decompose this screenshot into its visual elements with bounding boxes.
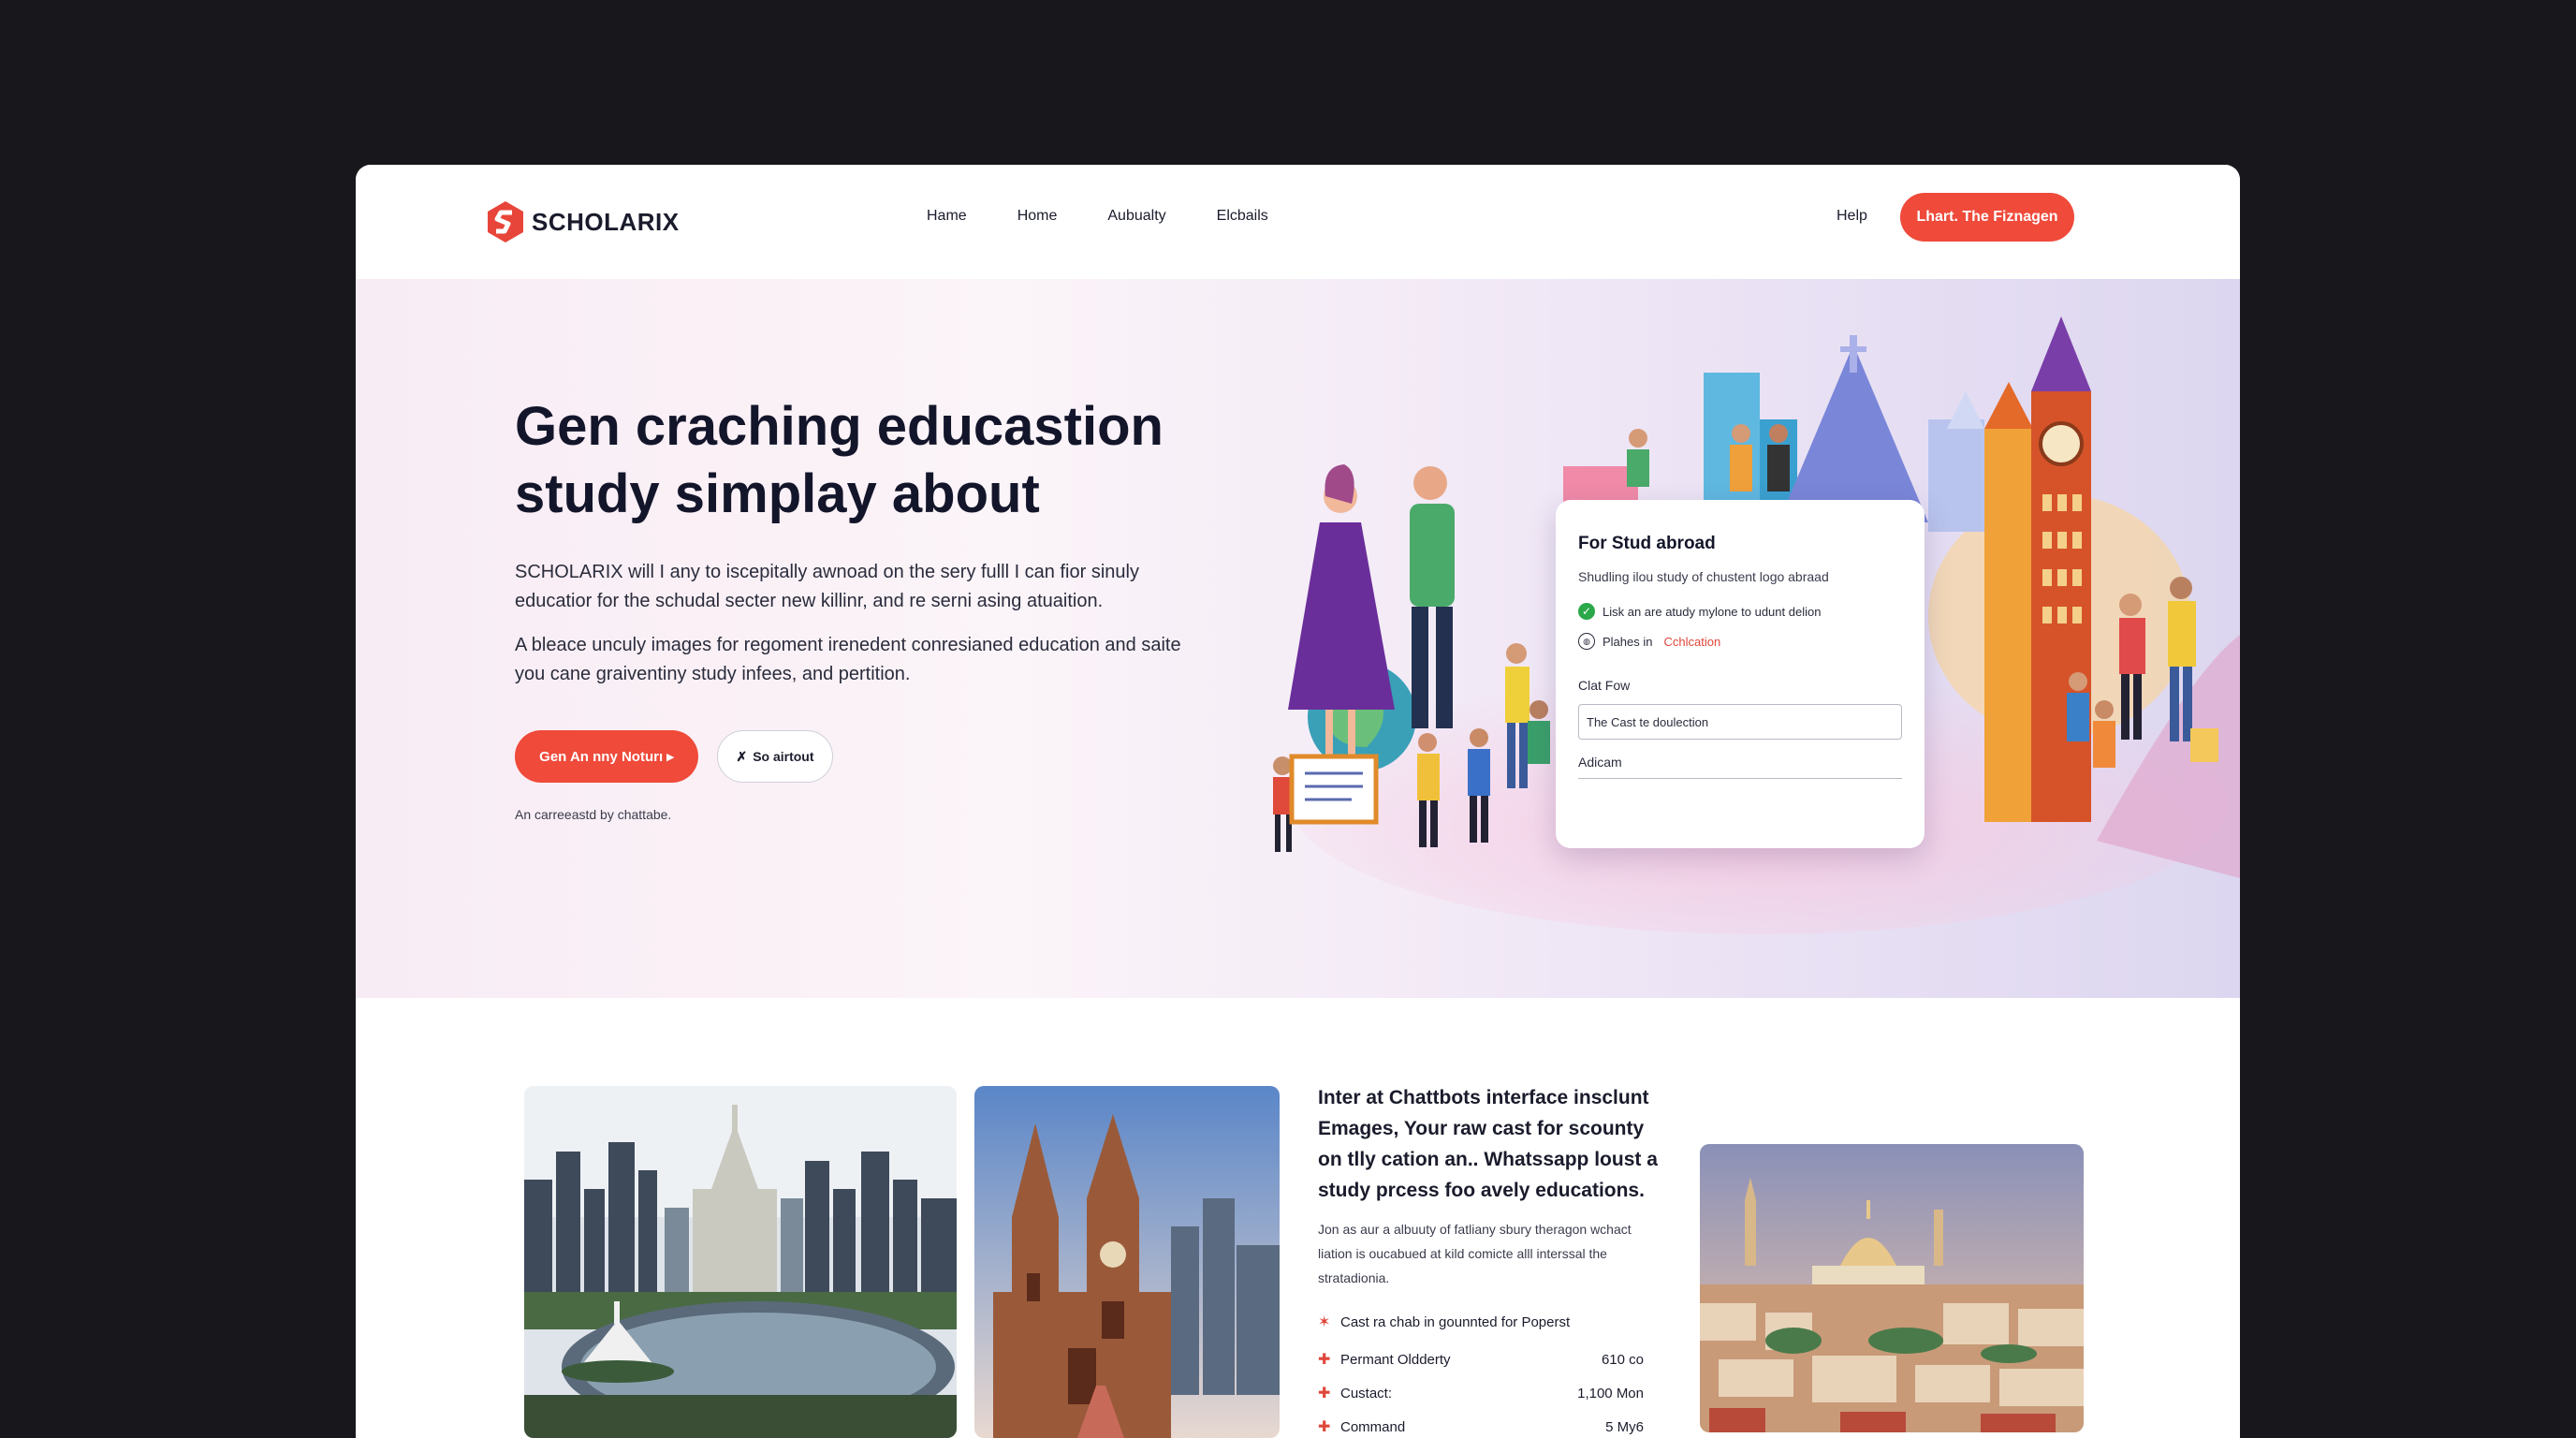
info-title: Inter at Chattbots interface insclunt Em… bbox=[1318, 1087, 1658, 1201]
chat-card-title: For Stud abroad bbox=[1578, 534, 1716, 553]
help-link[interactable]: Help bbox=[1837, 208, 1867, 225]
nav-link-aubualty[interactable]: Aubualty bbox=[1107, 208, 1165, 225]
logo-icon bbox=[488, 201, 523, 242]
brand-logo[interactable]: SCHOLARIX bbox=[487, 200, 680, 243]
plus-icon: ✚ bbox=[1318, 1386, 1331, 1401]
hero-primary-button[interactable]: Gen An nny Noturı ▸ bbox=[515, 730, 698, 783]
hero-title: Gen craching educastion study simplay ab… bbox=[515, 396, 1164, 524]
chat-card-subtitle: Shudling ilou study of chustent logo abr… bbox=[1578, 569, 1829, 584]
chat-option-2-accent: Cchlcation bbox=[1663, 634, 1721, 649]
chat-option-1[interactable]: ✓ Lisk an are atudy mylone to udunt deli… bbox=[1578, 603, 1821, 620]
feature-item-4: ✚ Command 5 My6 bbox=[1318, 1417, 1644, 1436]
chat-secondary-field[interactable]: Adicam bbox=[1578, 751, 1902, 779]
feature-item-3-label: Custact: bbox=[1340, 1385, 1393, 1401]
hero-section: Gen craching educastion study simplay ab… bbox=[356, 279, 2240, 998]
hero-secondary-button[interactable]: ✗ So airtout bbox=[717, 730, 833, 783]
nav-link-home[interactable]: Home bbox=[1017, 208, 1058, 225]
chat-input[interactable]: The Cast te doulection bbox=[1578, 704, 1902, 740]
nav-link-elcbails[interactable]: Elcbails bbox=[1217, 208, 1268, 225]
nav-link-hame[interactable]: Hame bbox=[927, 208, 967, 225]
nav-links: Hame Home Aubualty Elcbails bbox=[927, 208, 1319, 225]
cathedral-photo bbox=[974, 1086, 1280, 1438]
header-cta-button[interactable]: Lhart. The Fiznagen bbox=[1900, 193, 2074, 242]
hero-note: An carreeastd by chattabe. bbox=[515, 807, 672, 822]
feature-item-1-label: Cast ra chab in gounnted for Poperst bbox=[1340, 1313, 1571, 1330]
feature-item-1: ✶ Cast ra chab in gounnted for Poperst bbox=[1318, 1313, 1644, 1331]
feature-item-3-value: 1,100 Mon bbox=[1577, 1385, 1644, 1401]
chat-card: For Stud abroad Shudling ilou study of c… bbox=[1556, 500, 1925, 848]
plus-icon: ✚ bbox=[1318, 1352, 1331, 1368]
chat-field-label: Clat Fow bbox=[1578, 678, 1631, 693]
star-icon: ✶ bbox=[1318, 1314, 1331, 1330]
plus-icon: ✚ bbox=[1318, 1419, 1331, 1435]
chat-option-1-label: Lisk an are atudy mylone to udunt delion bbox=[1603, 604, 1822, 619]
city-panorama-photo bbox=[1700, 1144, 2084, 1432]
globe-icon: ◍ bbox=[1578, 633, 1595, 650]
feature-item-3: ✚ Custact: 1,100 Mon bbox=[1318, 1384, 1644, 1402]
feature-item-2-label: Permant Oldderty bbox=[1340, 1351, 1451, 1368]
app-window: SCHOLARIX Hame Home Aubualty Elcbails He… bbox=[356, 165, 2240, 1438]
hero-paragraph-2: A bleace unculy images for regoment iren… bbox=[515, 635, 1181, 684]
info-text: Jon as aur a albuuty of fatliany sbury t… bbox=[1318, 1222, 1632, 1285]
hero-paragraph-1: SCHOLARIX will I any to iscepitally awno… bbox=[515, 562, 1139, 611]
sparkle-icon: ✗ bbox=[736, 748, 748, 764]
chat-option-2-label: Plahes in bbox=[1603, 634, 1653, 649]
check-circle-icon: ✓ bbox=[1578, 603, 1595, 620]
city-lake-photo bbox=[524, 1086, 957, 1438]
feature-item-2-value: 610 co bbox=[1601, 1351, 1644, 1368]
brand-name: SCHOLARIX bbox=[532, 207, 680, 236]
feature-item-4-value: 5 My6 bbox=[1605, 1418, 1644, 1435]
top-nav: SCHOLARIX Hame Home Aubualty Elcbails He… bbox=[356, 165, 2240, 279]
hero-secondary-label: So airtout bbox=[753, 749, 814, 764]
feature-item-2: ✚ Permant Oldderty 610 co bbox=[1318, 1350, 1644, 1369]
feature-item-4-label: Command bbox=[1340, 1418, 1406, 1435]
chat-option-2[interactable]: ◍ Plahes in Cchlcation bbox=[1578, 633, 1720, 650]
